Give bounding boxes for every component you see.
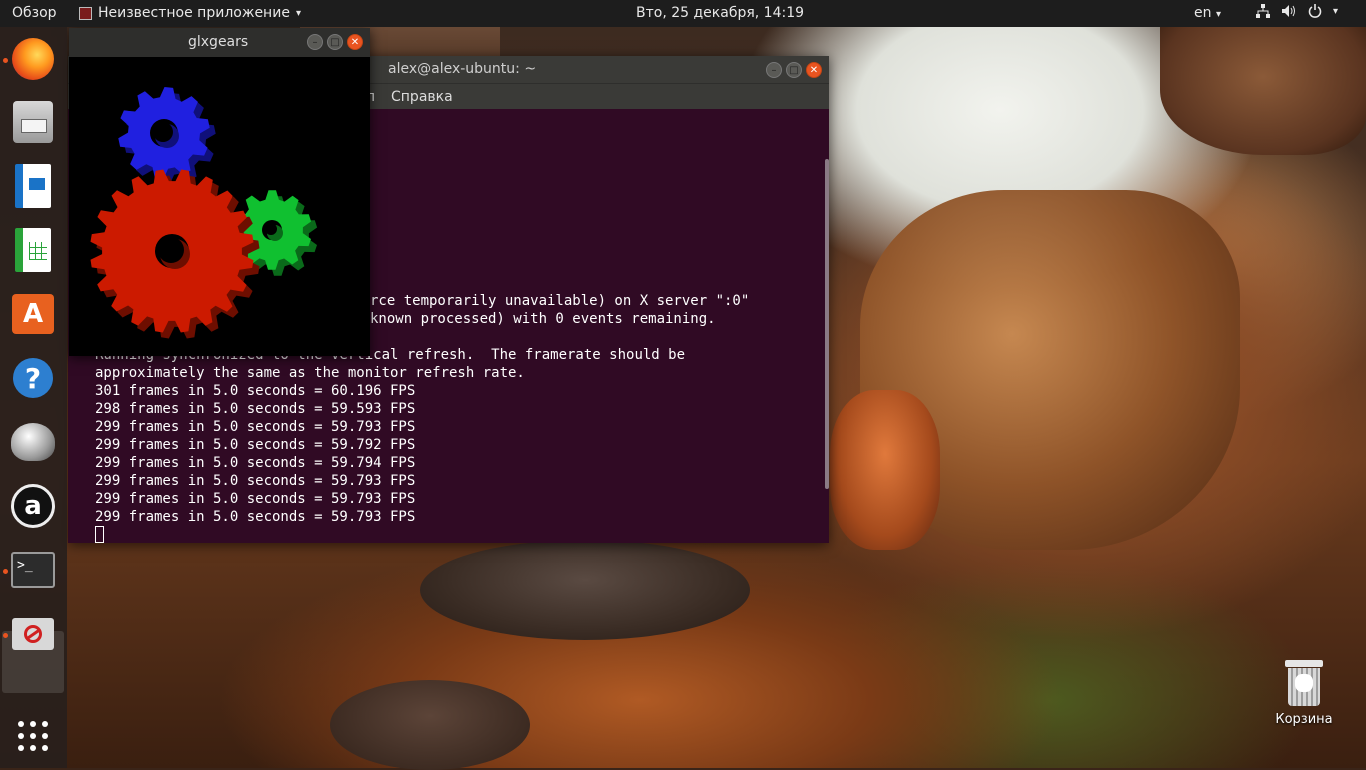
app-menu-icon <box>79 6 92 20</box>
language-indicator[interactable]: en ▾ <box>1194 5 1221 21</box>
trash-icon <box>1285 660 1323 706</box>
close-button[interactable]: ✕ <box>806 62 822 78</box>
dock-item-unknown-application[interactable] <box>10 611 56 657</box>
app-menu-label: Неизвестное приложение <box>98 5 290 21</box>
terminal-line: 299 frames in 5.0 seconds = 59.794 FPS <box>95 455 416 471</box>
terminal-line: 299 frames in 5.0 seconds = 59.793 FPS <box>95 473 416 489</box>
terminal-cursor <box>95 526 104 543</box>
top-bar: Обзор Неизвестное приложение ▾ Вто, 25 д… <box>0 0 1366 27</box>
system-menu[interactable]: ▾ <box>1256 4 1338 18</box>
gears-drawing <box>90 87 318 339</box>
running-indicator <box>3 58 8 63</box>
window-title: glxgears <box>188 34 249 50</box>
power-icon <box>1308 4 1322 18</box>
wallpaper-rock <box>420 540 750 640</box>
dock-item-unknown-app[interactable] <box>10 419 56 465</box>
chevron-down-icon: ▾ <box>1333 5 1339 17</box>
firefox-icon <box>12 38 54 80</box>
close-button[interactable]: ✕ <box>347 34 363 50</box>
help-icon: ? <box>13 358 53 398</box>
minimize-button[interactable]: – <box>766 62 782 78</box>
network-icon <box>1256 4 1270 18</box>
terminal-line: known processed) with 0 events remaining… <box>370 311 716 327</box>
red-gear <box>90 169 260 339</box>
wallpaper-rock <box>330 680 530 770</box>
trash-label: Корзина <box>1275 712 1333 727</box>
glxgears-canvas[interactable] <box>69 57 370 356</box>
language-label: en <box>1194 5 1212 21</box>
running-indicator <box>3 633 8 638</box>
terminal-line: 299 frames in 5.0 seconds = 59.792 FPS <box>95 437 416 453</box>
terminal-line: 298 frames in 5.0 seconds = 59.593 FPS <box>95 401 416 417</box>
terminal-scrollbar[interactable] <box>825 159 829 489</box>
dock-item-amazon[interactable]: a <box>10 483 56 529</box>
terminal-line: approximately the same as the monitor re… <box>95 365 525 381</box>
terminal-line: 299 frames in 5.0 seconds = 59.793 FPS <box>95 491 416 507</box>
no-app-icon <box>12 618 54 650</box>
libreoffice-calc-icon <box>15 228 51 272</box>
unknown-app-icon <box>11 423 55 461</box>
dock-item-software[interactable]: A <box>10 291 56 337</box>
window-controls: – □ ✕ <box>307 34 363 50</box>
dock-item-help[interactable]: ? <box>10 355 56 401</box>
glxgears-titlebar[interactable]: glxgears – □ ✕ <box>69 28 370 57</box>
dock-item-writer[interactable] <box>10 163 56 209</box>
show-applications-button[interactable] <box>10 713 56 759</box>
wallpaper-rock <box>830 390 940 550</box>
dock-item-firefox[interactable] <box>10 36 56 82</box>
volume-icon <box>1282 5 1295 17</box>
terminal-icon: >_ <box>11 552 55 588</box>
dock-item-calc[interactable] <box>10 227 56 273</box>
app-grid-icon <box>18 721 48 751</box>
wallpaper-rock <box>1160 25 1366 155</box>
dock-item-files[interactable] <box>10 99 56 145</box>
blue-gear <box>118 87 216 185</box>
dock-item-terminal[interactable]: >_ <box>10 547 56 593</box>
minimize-button[interactable]: – <box>307 34 323 50</box>
glxgears-window[interactable]: glxgears – □ ✕ <box>69 28 370 356</box>
app-menu[interactable]: Неизвестное приложение ▾ <box>79 5 301 21</box>
desktop-trash[interactable]: Корзина <box>1270 660 1338 727</box>
activities-button[interactable]: Обзор <box>12 5 57 21</box>
chevron-down-icon: ▾ <box>295 7 301 19</box>
clock-button[interactable]: Вто, 25 декабря, 14:19 <box>636 5 804 21</box>
maximize-button[interactable]: □ <box>327 34 343 50</box>
dock: A ? a >_ <box>0 27 67 768</box>
terminal-line: 301 frames in 5.0 seconds = 60.196 FPS <box>95 383 416 399</box>
libreoffice-writer-icon <box>15 164 51 208</box>
terminal-line: 299 frames in 5.0 seconds = 59.793 FPS <box>95 509 416 525</box>
ubuntu-software-icon: A <box>12 294 54 334</box>
window-title: alex@alex-ubuntu: ~ <box>388 61 537 77</box>
running-indicator <box>3 569 8 574</box>
terminal-line: rce temporarily unavailable) on X server… <box>370 293 750 309</box>
chevron-down-icon: ▾ <box>1215 9 1221 20</box>
window-controls: – □ ✕ <box>766 62 822 78</box>
menu-item-help[interactable]: Справка <box>391 89 453 105</box>
files-icon <box>13 101 53 143</box>
amazon-icon: a <box>11 484 55 528</box>
maximize-button[interactable]: □ <box>786 62 802 78</box>
terminal-line: 299 frames in 5.0 seconds = 59.793 FPS <box>95 419 416 435</box>
